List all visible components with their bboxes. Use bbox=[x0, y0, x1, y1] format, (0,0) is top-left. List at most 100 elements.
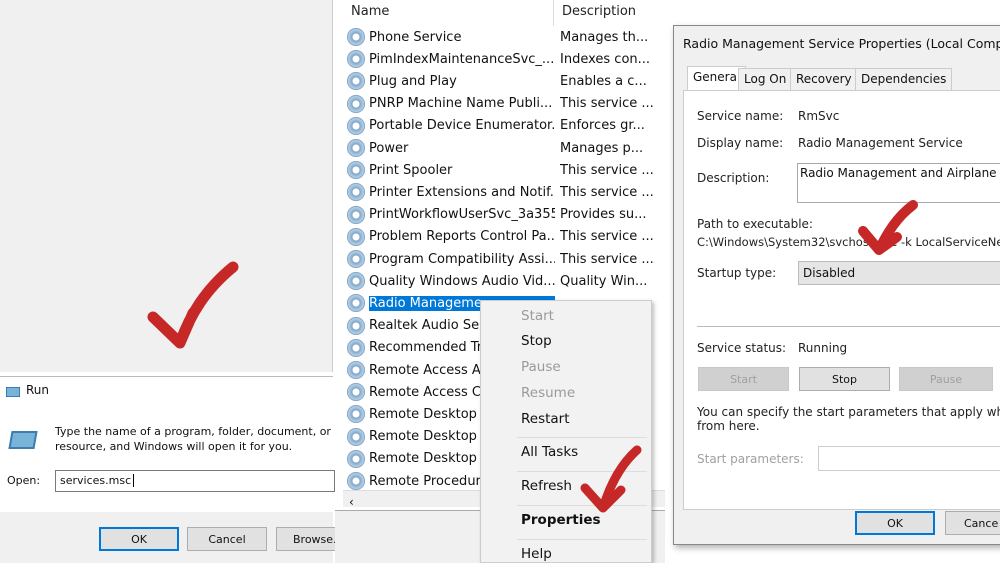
service-description: This service ... bbox=[560, 96, 654, 112]
gear-icon bbox=[347, 94, 365, 113]
gear-icon bbox=[347, 449, 365, 468]
column-divider bbox=[553, 0, 554, 26]
gear-icon bbox=[347, 250, 365, 268]
display-name-label: Display name: bbox=[697, 136, 784, 150]
service-description: Enforces gr... bbox=[560, 118, 645, 134]
service-description: This service ... bbox=[560, 229, 654, 245]
service-name: PrintWorkflowUserSvc_3a355 bbox=[369, 207, 555, 223]
service-description: Indexes con... bbox=[560, 51, 651, 67]
gear-icon bbox=[347, 405, 365, 424]
startup-type-label: Startup type: bbox=[697, 266, 777, 280]
service-row[interactable]: Plug and Play Enables a c... bbox=[347, 70, 665, 92]
open-input-value: services.msc bbox=[60, 474, 132, 487]
divider bbox=[697, 326, 1000, 327]
run-title: Run bbox=[26, 383, 50, 397]
pause-button[interactable]: Pause bbox=[899, 367, 993, 391]
service-name: Printer Extensions and Notif... bbox=[369, 184, 555, 200]
start-button[interactable]: Start bbox=[698, 367, 789, 391]
service-name: Quality Windows Audio Vid... bbox=[369, 273, 555, 289]
service-name: PimIndexMaintenanceSvc_... bbox=[369, 51, 555, 67]
run-prompt: Type the name of a program, folder, docu… bbox=[55, 425, 368, 438]
service-row[interactable]: PimIndexMaintenanceSvc_... Indexes con... bbox=[347, 48, 665, 70]
gear-icon bbox=[347, 361, 365, 379]
open-input[interactable]: services.msc bbox=[55, 470, 335, 492]
description-value: Radio Management and Airplane Mode bbox=[800, 166, 1000, 180]
gear-icon bbox=[347, 316, 365, 335]
service-description: Provides su... bbox=[560, 207, 647, 223]
cancel-button[interactable]: Cancel bbox=[187, 527, 267, 551]
start-params-hint-2: from here. bbox=[697, 419, 760, 433]
menu-separator bbox=[517, 437, 647, 438]
gear-icon bbox=[347, 116, 365, 135]
service-row[interactable]: Problem Reports Control Pa... This servic… bbox=[347, 226, 665, 248]
menu-resume[interactable]: Resume bbox=[521, 385, 575, 401]
run-large-icon bbox=[8, 431, 38, 449]
menu-start[interactable]: Start bbox=[521, 308, 554, 324]
menu-refresh[interactable]: Refresh bbox=[521, 478, 572, 494]
service-row[interactable]: Program Compatibility Assi... This servic… bbox=[347, 248, 665, 270]
gear-icon bbox=[347, 72, 365, 91]
column-header-description[interactable]: Description bbox=[562, 4, 636, 19]
startup-type-select[interactable]: Disabled bbox=[798, 261, 1000, 285]
service-row[interactable]: Portable Device Enumerator... Enforces gr… bbox=[347, 115, 665, 137]
service-description: This service ... bbox=[560, 162, 654, 178]
service-name: Phone Service bbox=[369, 29, 462, 45]
run-prompt-2: resource, and Windows will open it for y… bbox=[55, 440, 293, 453]
red-arrow-annotation bbox=[147, 261, 239, 349]
display-name-value: Radio Management Service bbox=[798, 136, 963, 150]
dialog-ok-button[interactable]: OK bbox=[855, 511, 935, 535]
service-row[interactable]: Quality Windows Audio Vid... Quality Win.… bbox=[347, 270, 665, 292]
ok-button[interactable]: OK bbox=[99, 527, 179, 551]
menu-restart[interactable]: Restart bbox=[521, 411, 570, 427]
path-value: C:\Windows\System32\svchost.exe -k Local… bbox=[697, 235, 1000, 249]
gear-icon bbox=[347, 161, 365, 180]
service-row[interactable]: Print Spooler This service ... bbox=[347, 159, 665, 181]
service-row[interactable]: Power Manages p... bbox=[347, 137, 665, 159]
service-name: Problem Reports Control Pa... bbox=[369, 229, 555, 245]
gear-icon bbox=[347, 272, 365, 291]
open-label: Open: bbox=[7, 474, 41, 487]
service-name: Plug and Play bbox=[369, 73, 457, 89]
service-description: This service ... bbox=[560, 251, 654, 267]
service-row[interactable]: Phone Service Manages th... bbox=[347, 26, 665, 48]
gear-icon bbox=[347, 183, 365, 202]
service-name-label: Service name: bbox=[697, 109, 784, 123]
service-row[interactable]: PNRP Machine Name Publi... This service .… bbox=[347, 93, 665, 115]
service-status-label: Service status: bbox=[697, 341, 787, 355]
tab-recovery[interactable]: Recovery bbox=[790, 68, 858, 90]
tab-dependencies[interactable]: Dependencies bbox=[855, 68, 953, 90]
gear-icon bbox=[347, 383, 365, 402]
service-description: This service ... bbox=[560, 184, 654, 200]
menu-pause[interactable]: Pause bbox=[521, 359, 561, 375]
description-label: Description: bbox=[697, 171, 770, 185]
browse-button[interactable]: Browse... bbox=[276, 527, 344, 551]
gear-icon bbox=[347, 427, 365, 446]
menu-all-tasks[interactable]: All Tasks bbox=[521, 444, 578, 460]
context-menu: Start Stop Pause Resume Restart All Task… bbox=[480, 300, 652, 563]
column-header-name[interactable]: Name bbox=[351, 4, 389, 19]
service-description: Manages th... bbox=[560, 29, 649, 45]
red-arrow-annotation bbox=[858, 200, 918, 255]
service-description: Quality Win... bbox=[560, 273, 648, 289]
stop-button[interactable]: Stop bbox=[799, 367, 890, 391]
service-name: PNRP Machine Name Publi... bbox=[369, 96, 553, 112]
tab-log-on[interactable]: Log On bbox=[738, 68, 793, 90]
menu-stop[interactable]: Stop bbox=[521, 333, 552, 349]
start-params-input[interactable] bbox=[818, 446, 1000, 471]
service-row[interactable]: PrintWorkflowUserSvc_3a355 Provides su... bbox=[347, 204, 665, 226]
gear-icon bbox=[347, 205, 365, 224]
gear-icon bbox=[347, 472, 365, 490]
startup-type-value: Disabled bbox=[803, 266, 856, 280]
menu-help[interactable]: Help bbox=[521, 546, 552, 562]
start-params-hint: You can specify the start parameters tha… bbox=[697, 405, 1000, 419]
dialog-cancel-button[interactable]: Cance bbox=[945, 511, 1000, 535]
service-row[interactable]: Printer Extensions and Notif... This serv… bbox=[347, 181, 665, 203]
gear-icon bbox=[347, 28, 365, 46]
service-status-value: Running bbox=[798, 341, 848, 355]
gear-icon bbox=[347, 50, 365, 69]
dialog-title: Radio Management Service Properties (Loc… bbox=[683, 36, 1000, 51]
gear-icon bbox=[347, 294, 365, 313]
service-name: Program Compatibility Assi... bbox=[369, 251, 555, 267]
run-icon bbox=[6, 387, 20, 397]
gear-icon bbox=[347, 227, 365, 246]
